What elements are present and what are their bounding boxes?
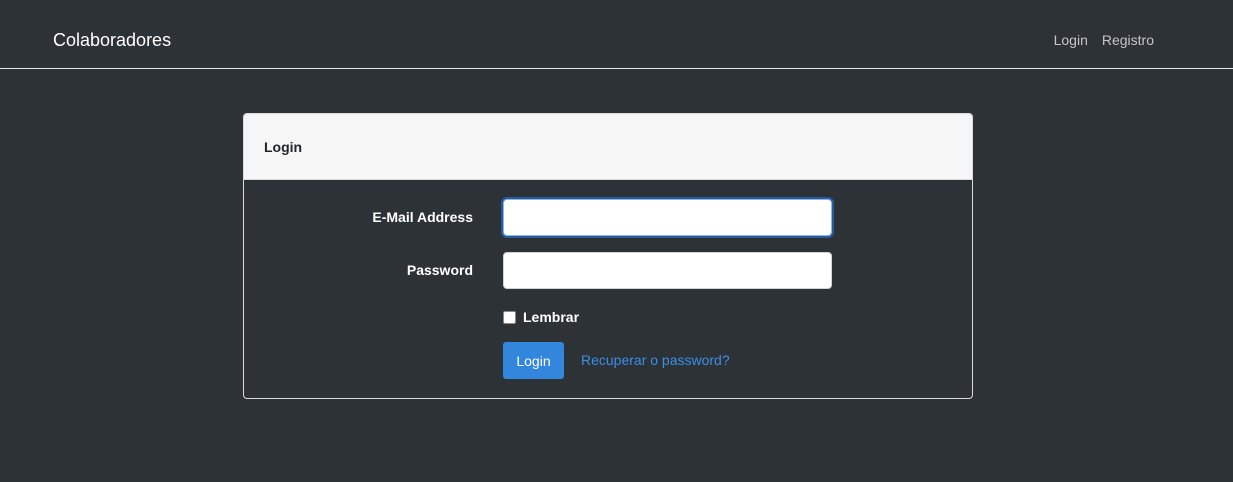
forgot-password-link[interactable]: Recuperar o password? (581, 352, 730, 368)
remember-checkbox[interactable] (503, 310, 516, 324)
login-card-header: Login (244, 114, 972, 180)
email-label: E-Mail Address (372, 209, 473, 225)
password-label: Password (406, 262, 473, 278)
remember-label[interactable]: Lembrar (523, 309, 579, 325)
top-navbar: Colaboradores Login Registro (0, 0, 1233, 69)
brand-link[interactable]: Colaboradores (53, 30, 171, 50)
password-field[interactable] (503, 252, 832, 289)
login-card-title: Login (264, 138, 303, 155)
login-card: Login E-Mail Address Password Lembrar Lo… (243, 113, 973, 399)
email-field[interactable] (503, 199, 832, 236)
nav-register-link[interactable]: Registro (1102, 31, 1154, 49)
remember-me: Lembrar (503, 309, 579, 325)
login-button[interactable]: Login (503, 342, 564, 379)
nav-login-link[interactable]: Login (1054, 31, 1088, 49)
nav-links: Login Registro (1054, 31, 1154, 49)
